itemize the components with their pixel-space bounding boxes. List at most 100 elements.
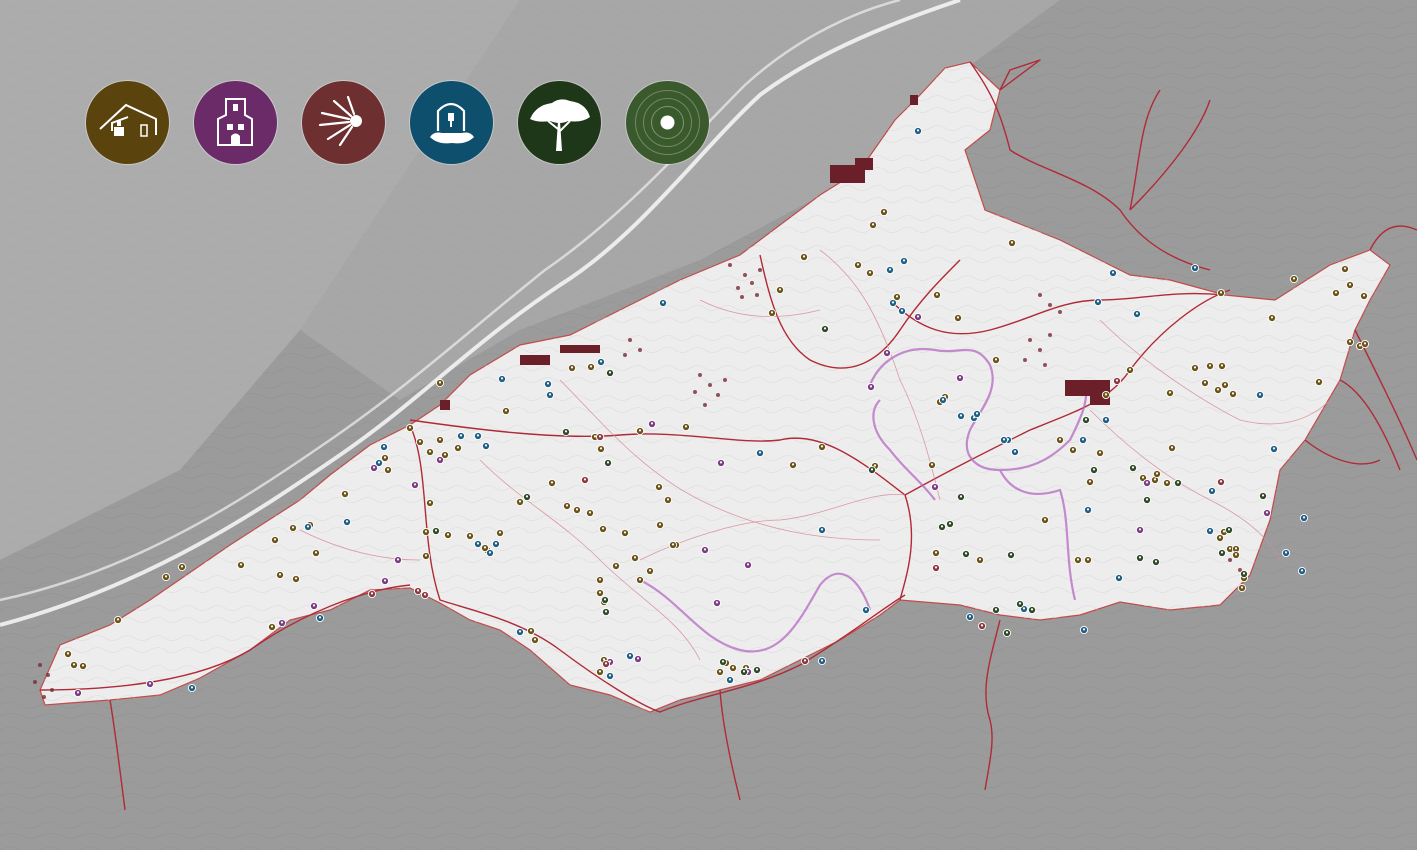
- tree-marker-glyph: [603, 598, 607, 601]
- fountain-marker-glyph: [382, 445, 386, 448]
- fountain-marker-glyph: [1258, 393, 1262, 396]
- category-legend: [86, 81, 709, 164]
- viewpoint-marker-glyph: [934, 566, 938, 569]
- farmhouse-marker-glyph: [598, 578, 602, 581]
- fountain-marker-glyph: [941, 398, 945, 401]
- church-marker-glyph: [1138, 528, 1142, 531]
- farmhouse-marker-glyph: [1088, 480, 1092, 483]
- church-icon: [217, 98, 253, 146]
- tree-icon: [530, 99, 590, 151]
- farmhouse-marker-glyph: [1098, 451, 1102, 454]
- farmhouse-marker-glyph: [978, 558, 982, 561]
- farmhouse-marker-glyph: [1128, 368, 1132, 371]
- farmhouse-marker-glyph: [623, 531, 627, 534]
- church-marker-glyph: [916, 315, 920, 318]
- church-marker-glyph: [746, 563, 750, 566]
- farmhouse-marker-glyph: [180, 565, 184, 568]
- tree-marker-glyph: [721, 660, 725, 663]
- tree-marker-glyph: [1138, 556, 1142, 559]
- tree-marker-glyph: [564, 430, 568, 433]
- farmhouse-marker-glyph: [1155, 472, 1159, 475]
- farmhouse-marker-glyph: [598, 591, 602, 594]
- tree-marker-glyph: [608, 371, 612, 374]
- farmhouse-marker-glyph: [1168, 391, 1172, 394]
- farmhouse-marker-glyph: [1216, 388, 1220, 391]
- farmhouse-marker-glyph: [593, 435, 597, 438]
- fountain-marker-glyph: [1081, 438, 1085, 441]
- farmhouse-marker-glyph: [1104, 393, 1108, 396]
- farmhouse-marker-glyph: [1043, 518, 1047, 521]
- legend-church[interactable]: [194, 81, 277, 164]
- fountain-marker-glyph: [1272, 447, 1276, 450]
- farmhouse-marker-glyph: [418, 440, 422, 443]
- farmhouse-marker-glyph: [270, 625, 274, 628]
- viewpoint-marker-glyph: [1115, 379, 1119, 382]
- legend-point-of-interest[interactable]: [626, 81, 709, 164]
- tree-marker-glyph: [604, 610, 608, 613]
- fountain-marker-glyph: [1096, 300, 1100, 303]
- farmhouse-marker-glyph: [565, 504, 569, 507]
- fountain-marker-glyph: [916, 129, 920, 132]
- farmhouse-marker-glyph: [443, 453, 447, 456]
- farmhouse-marker-glyph: [1058, 438, 1062, 441]
- legend-fountain[interactable]: [410, 81, 493, 164]
- fountain-marker-glyph: [1104, 418, 1108, 421]
- church-marker-glyph: [383, 579, 387, 582]
- farmhouse-marker-glyph: [550, 481, 554, 484]
- fountain-marker-glyph: [1302, 516, 1306, 519]
- fountain-marker-glyph: [968, 615, 972, 618]
- fountain-marker-glyph: [377, 461, 381, 464]
- farmhouse-marker-glyph: [343, 492, 347, 495]
- farmhouse-marker-glyph: [895, 295, 899, 298]
- tree-marker-glyph: [1261, 494, 1265, 497]
- farmhouse-marker-glyph: [1348, 283, 1352, 286]
- church-marker-glyph: [413, 483, 417, 486]
- tree-marker-glyph: [742, 670, 746, 673]
- farmhouse-marker-glyph: [589, 365, 593, 368]
- legend-farmhouse[interactable]: [86, 81, 169, 164]
- fountain-marker-glyph: [476, 542, 480, 545]
- farmhouse-marker-glyph: [930, 463, 934, 466]
- tree-marker-glyph: [1131, 466, 1135, 469]
- farmhouse-marker-glyph: [633, 556, 637, 559]
- farmhouse-marker-glyph: [770, 311, 774, 314]
- farmhouse-marker-glyph: [638, 429, 642, 432]
- fountain-marker-glyph: [1022, 607, 1026, 610]
- fountain-marker-glyph: [975, 412, 979, 415]
- fountain-marker-glyph: [318, 616, 322, 619]
- fountain-marker-glyph: [728, 678, 732, 681]
- tree-marker-glyph: [1009, 553, 1013, 556]
- church-marker-glyph: [312, 604, 316, 607]
- church-marker-glyph: [1145, 481, 1149, 484]
- map-view[interactable]: [0, 0, 1417, 850]
- legend-viewpoint[interactable]: [302, 81, 385, 164]
- farmhouse-marker-glyph: [1228, 547, 1232, 550]
- fountain-marker-glyph: [628, 654, 632, 657]
- church-marker-glyph: [76, 691, 80, 694]
- farmhouse-marker-glyph: [791, 463, 795, 466]
- farmhouse-marker-glyph: [873, 464, 877, 467]
- farmhouse-marker-glyph: [446, 533, 450, 536]
- viewpoint-icon: [318, 95, 362, 147]
- fountain-marker-glyph: [1082, 628, 1086, 631]
- farmhouse-marker-glyph: [1292, 277, 1296, 280]
- viewpoint-marker-glyph: [423, 593, 427, 596]
- fountain-marker-glyph: [548, 393, 552, 396]
- farmhouse-marker-glyph: [424, 530, 428, 533]
- church-marker-glyph: [280, 621, 284, 624]
- fountain-marker-glyph: [488, 551, 492, 554]
- tree-marker-glyph: [1084, 418, 1088, 421]
- legend-tree[interactable]: [518, 81, 601, 164]
- farmhouse-marker-glyph: [66, 652, 70, 655]
- fountain-marker-glyph: [459, 434, 463, 437]
- viewpoint-marker-glyph: [1219, 480, 1223, 483]
- farmhouse-marker-glyph: [1071, 448, 1075, 451]
- farmhouse-marker-glyph: [1358, 344, 1362, 347]
- fountain-marker-glyph: [190, 686, 194, 689]
- tree-marker-glyph: [1176, 481, 1180, 484]
- farmhouse-marker-glyph: [731, 666, 735, 669]
- viewpoint-marker-glyph: [803, 659, 807, 662]
- farmhouse-marker-glyph: [935, 293, 939, 296]
- farmhouse-marker-glyph: [1220, 364, 1224, 367]
- fountain-marker-glyph: [476, 434, 480, 437]
